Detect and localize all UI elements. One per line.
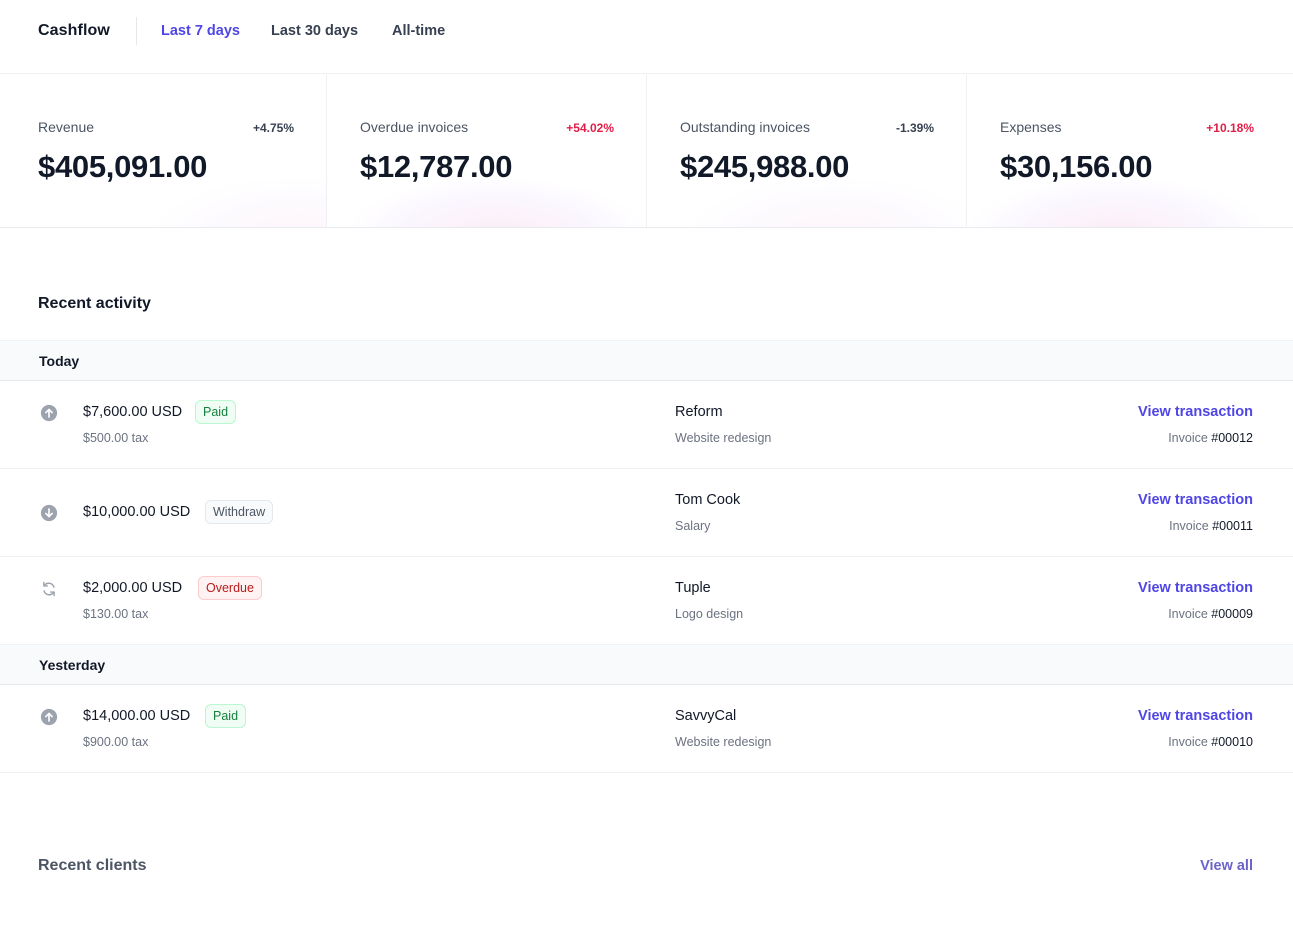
- recent-activity-title: Recent activity: [38, 295, 151, 312]
- tab-last-7-days[interactable]: Last 7 days: [161, 23, 240, 39]
- stat-value: $30,156.00: [1000, 149, 1153, 184]
- group-header-yesterday: Yesterday: [0, 644, 1293, 685]
- table-row: $2,000.00 USD Overdue $130.00 tax Tuple …: [0, 557, 1293, 645]
- transaction-amount: $14,000.00 USD: [83, 708, 191, 724]
- view-transaction-link[interactable]: View transaction: [1138, 708, 1253, 724]
- view-transaction-link[interactable]: View transaction: [1138, 580, 1253, 596]
- stat-value: $12,787.00: [360, 149, 513, 184]
- invoice-ref: Invoice #00011: [1169, 519, 1253, 533]
- stat-change: -1.39%: [895, 121, 934, 135]
- header-divider: [136, 17, 137, 45]
- status-badge: Paid: [195, 400, 237, 424]
- status-badge: Paid: [205, 704, 247, 728]
- client-name: Tuple: [675, 580, 711, 596]
- stat-value: $405,091.00: [38, 149, 208, 184]
- client-name: SavvyCal: [675, 708, 737, 724]
- invoice-number: #00012: [1211, 431, 1253, 445]
- invoice-number: #00011: [1212, 519, 1253, 533]
- recent-clients-title: Recent clients: [38, 857, 147, 874]
- client-name: Tom Cook: [675, 492, 741, 508]
- view-transaction-link[interactable]: View transaction: [1138, 492, 1253, 508]
- invoice-ref: Invoice #00009: [1168, 607, 1253, 621]
- tab-all-time[interactable]: All-time: [392, 23, 445, 39]
- group-label: Yesterday: [39, 657, 106, 673]
- stat-change: +4.75%: [252, 121, 294, 135]
- refresh-icon: [43, 581, 55, 597]
- stat-label: Revenue: [38, 119, 95, 135]
- transaction-amount: $10,000.00 USD: [83, 504, 191, 520]
- stat-label: Outstanding invoices: [680, 119, 810, 135]
- invoice-label: Invoice: [1168, 735, 1208, 749]
- stat-change: +10.18%: [1206, 121, 1254, 135]
- stat-card-expenses: Expenses +10.18% $30,156.00: [966, 75, 1293, 227]
- table-row: $10,000.00 USD Withdraw Tom Cook Salary …: [0, 469, 1293, 557]
- transaction-tax: $500.00 tax: [83, 431, 149, 445]
- stat-change: +54.02%: [566, 121, 614, 135]
- transaction-amount: $2,000.00 USD: [83, 580, 183, 596]
- table-row: $14,000.00 USD Paid $900.00 tax SavvyCal…: [0, 685, 1293, 773]
- page-title: Cashflow: [38, 22, 110, 39]
- view-all-link[interactable]: View all: [1200, 858, 1253, 874]
- stat-label: Overdue invoices: [360, 119, 469, 135]
- transaction-description: Logo design: [675, 607, 744, 621]
- invoice-number: #00009: [1211, 607, 1253, 621]
- arrow-up-circle-icon: [40, 404, 58, 422]
- transaction-description: Website redesign: [675, 431, 772, 445]
- arrow-up-circle-icon: [40, 708, 58, 726]
- stat-card-revenue: Revenue +4.75% $405,091.00: [0, 75, 326, 227]
- status-badge: Overdue: [198, 576, 262, 600]
- stat-label: Expenses: [1000, 119, 1062, 135]
- invoice-label: Invoice: [1168, 431, 1208, 445]
- stat-card-overdue: Overdue invoices +54.02% $12,787.00: [326, 75, 646, 227]
- invoice-ref: Invoice #00010: [1168, 735, 1253, 749]
- stat-card-outstanding: Outstanding invoices -1.39% $245,988.00: [646, 75, 966, 227]
- transaction-description: Website redesign: [675, 735, 772, 749]
- view-transaction-link[interactable]: View transaction: [1138, 404, 1253, 420]
- group-label: Today: [39, 353, 80, 369]
- table-row: $7,600.00 USD Paid $500.00 tax Reform We…: [0, 381, 1293, 469]
- transaction-tax: $900.00 tax: [83, 735, 149, 749]
- transaction-tax: $130.00 tax: [83, 607, 149, 621]
- stat-value: $245,988.00: [680, 149, 850, 184]
- invoice-ref: Invoice #00012: [1168, 431, 1253, 445]
- client-name: Reform: [675, 404, 723, 420]
- transaction-description: Salary: [675, 519, 711, 533]
- status-badge: Withdraw: [205, 500, 274, 524]
- invoice-number: #00010: [1211, 735, 1253, 749]
- stats-bar: Revenue +4.75% $405,091.00 Overdue invoi…: [0, 75, 1293, 228]
- invoice-label: Invoice: [1169, 519, 1209, 533]
- arrow-down-circle-icon: [40, 504, 58, 522]
- transaction-amount: $7,600.00 USD: [83, 404, 183, 420]
- top-header: Cashflow Last 7 days Last 30 days All-ti…: [0, 0, 1293, 74]
- group-header-today: Today: [0, 340, 1293, 381]
- invoice-label: Invoice: [1168, 607, 1208, 621]
- tab-last-30-days[interactable]: Last 30 days: [271, 23, 358, 39]
